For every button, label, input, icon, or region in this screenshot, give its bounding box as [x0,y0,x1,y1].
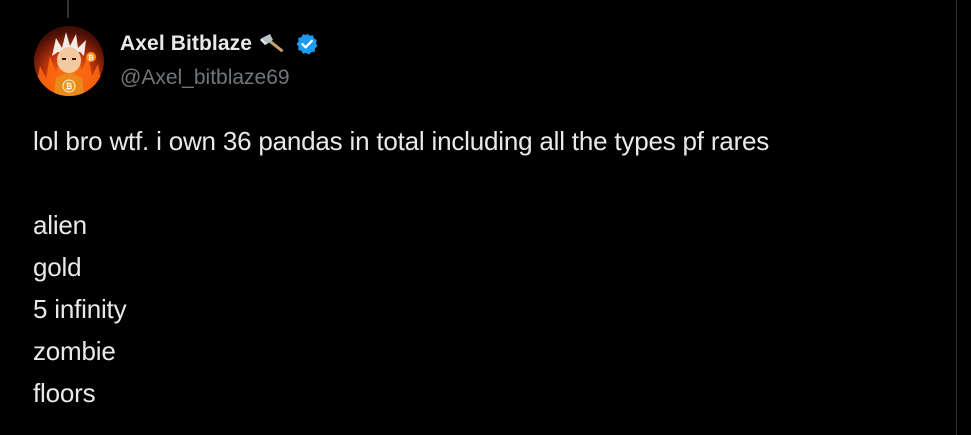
tweet-line: zombie [33,336,116,366]
tweet-line: 5 infinity [33,294,127,324]
tweet-line: alien [33,210,87,240]
tweet-card[interactable]: ₿ ₿ Axel Bitblaze @Axel_bitblaze69 lol b… [0,0,956,435]
hammer-axe-icon [259,32,289,56]
avatar[interactable]: ₿ ₿ [34,26,104,96]
tweet-line: lol bro wtf. i own 36 pandas in total in… [33,126,770,156]
svg-text:₿: ₿ [66,82,73,91]
column-divider [956,0,957,435]
author-display-name[interactable]: Axel Bitblaze [120,32,252,56]
avatar-anime-character-bitcoin-icon: ₿ ₿ [34,32,104,96]
tweet-line: floors [33,378,96,408]
author-handle[interactable]: @Axel_bitblaze69 [120,66,290,90]
verified-badge-icon[interactable] [295,32,319,56]
tweet-line: gold [33,252,82,282]
author-name-row[interactable]: Axel Bitblaze [120,30,319,58]
tweet-text: lol bro wtf. i own 36 pandas in total in… [33,120,943,414]
svg-text:₿: ₿ [88,54,94,62]
tweet-line [33,162,943,204]
